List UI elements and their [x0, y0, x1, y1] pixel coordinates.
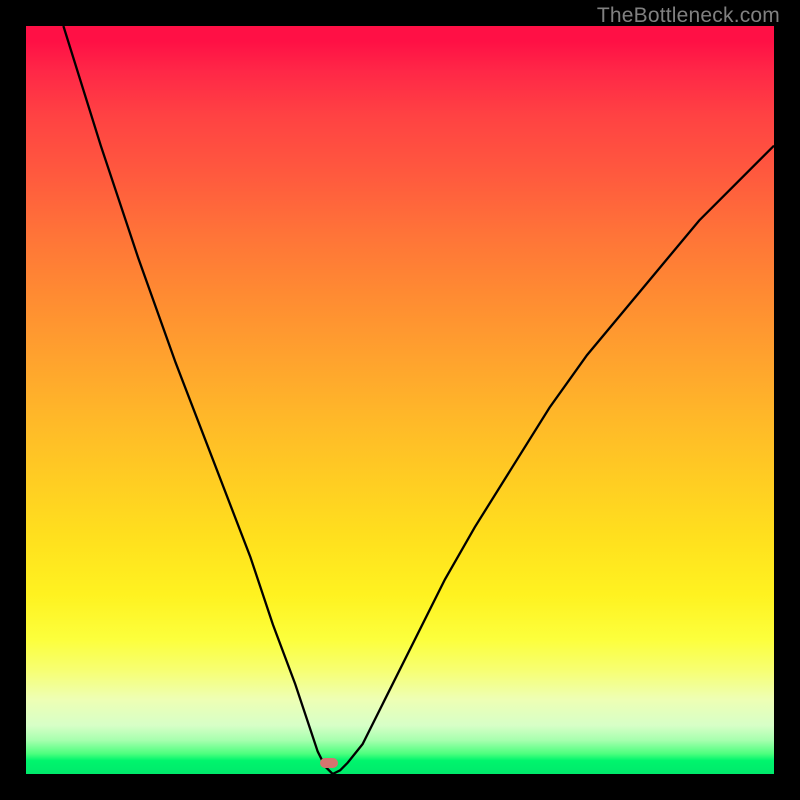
curve-svg [26, 26, 774, 774]
plot-area [26, 26, 774, 774]
optimal-marker [320, 758, 338, 768]
watermark-text: TheBottleneck.com [597, 4, 780, 28]
bottleneck-curve-path [63, 26, 774, 774]
chart-frame: TheBottleneck.com [0, 0, 800, 800]
